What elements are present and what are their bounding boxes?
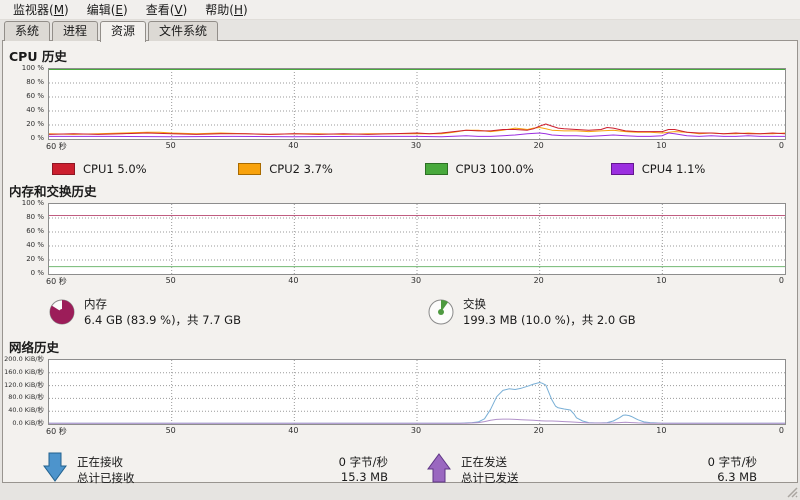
memory-swap-info-row: 内存 6.4 GB (83.9 %)，共 7.7 GB 交换 199.3 MB … [3,296,797,332]
cpu2-legend-item: CPU2 3.7% [238,162,424,176]
receiving-label: 正在接收 [77,455,123,469]
menu-monitor-label: 监视器( [13,3,54,17]
sending-label: 正在发送 [461,455,507,469]
memory-detail: 6.4 GB (83.9 %)，共 7.7 GB [84,313,241,327]
total-received-value: 15.3 MB [340,470,388,484]
menu-view[interactable]: 查看(V) [137,0,197,20]
tab-system[interactable]: 系统 [4,21,51,41]
menu-view-label: 查看( [145,3,175,17]
receiving-block: 正在接收 0 字节/秒 总计已接收 15.3 MB [43,452,388,488]
total-received-label: 总计已接收 [77,471,135,485]
cpu1-legend-item: CPU1 5.0% [52,162,238,176]
cpu-history-title: CPU 历史 [9,49,67,64]
memory-history-graph: 100 % 80 % 60 % 40 % 20 % 0 % 60 秒 50 40 30 20 10 0 [6,199,797,288]
memory-plot-area [48,203,786,275]
menu-edit[interactable]: 编辑(E) [78,0,137,20]
network-x-axis-labels: 60 秒 50 40 30 20 10 0 [46,426,784,436]
resources-panel: CPU 历史 100 % 80 % 60 % 40 % 20 % 0 % 60 秒 50 40… [2,40,798,485]
menu-edit-label: 编辑( [86,3,116,17]
memory-history-title: 内存和交换历史 [9,184,97,199]
cpu-y-axis-labels: 100 % 80 % 60 % 40 % 20 % 0 % [21,64,44,142]
cpu-legend: CPU1 5.0% CPU2 3.7% CPU3 100.0% CPU4 1.1… [3,162,797,176]
memory-y-axis-labels: 100 % 80 % 60 % 40 % 20 % 0 % [21,199,44,277]
cpu4-legend-item: CPU4 1.1% [610,162,797,176]
swap-info-block: 交换 199.3 MB (10.0 %)，共 2.0 GB [427,296,636,328]
sending-block: 正在发送 0 字节/秒 总计已发送 6.3 MB [427,452,757,488]
tab-filesystems[interactable]: 文件系统 [148,21,219,41]
swap-label: 交换 [463,297,486,311]
memory-x-axis-labels: 60 秒 50 40 30 20 10 0 [46,276,784,286]
total-sent-value: 6.3 MB [717,470,757,484]
upload-arrow-icon [427,453,451,483]
memory-info-block: 内存 6.4 GB (83.9 %)，共 7.7 GB [48,296,241,328]
cpu-plot-area [48,68,786,140]
download-arrow-icon [43,452,67,482]
menu-view-mnemonic: V [174,3,183,17]
network-plot-area [48,359,786,425]
network-history-graph: 200.0 KiB/秒 160.0 KiB/秒 120.0 KiB/秒 80.0 Ki… [4,355,797,438]
network-y-axis-labels: 200.0 KiB/秒 160.0 KiB/秒 120.0 KiB/秒 80.0 Ki… [4,355,44,427]
cpu2-legend-label: CPU2 3.7% [269,162,333,176]
cpu1-color-swatch[interactable] [52,163,75,175]
cpu3-color-swatch[interactable] [424,163,448,175]
total-sent-label: 总计已发送 [461,471,519,485]
swap-pie-icon [427,298,455,326]
cpu2-color-swatch[interactable] [238,163,262,175]
cpu3-legend-item: CPU3 100.0% [424,162,611,176]
network-totals-row: 正在接收 0 字节/秒 总计已接收 15.3 MB 正在发送 0 字节/秒 总计已发送… [3,452,797,492]
tab-resources[interactable]: 资源 [100,21,147,42]
tab-bar: 系统 进程 资源 文件系统 [0,20,800,42]
cpu3-legend-label: CPU3 100.0% [455,162,534,176]
swap-detail: 199.3 MB (10.0 %)，共 2.0 GB [463,313,636,327]
sending-rate: 0 字节/秒 [707,455,757,469]
network-history-title: 网络历史 [9,340,60,355]
cpu4-color-swatch[interactable] [610,163,634,175]
menu-help-mnemonic: H [233,3,244,17]
cpu1-legend-label: CPU1 5.0% [83,162,147,176]
receiving-rate: 0 字节/秒 [338,455,388,469]
cpu-x-axis-labels: 60 秒 50 40 30 20 10 0 [46,141,784,151]
cpu4-legend-label: CPU4 1.1% [641,162,706,176]
memory-label: 内存 [84,297,107,311]
menu-edit-mnemonic: E [115,3,124,17]
cpu-history-graph: 100 % 80 % 60 % 40 % 20 % 0 % 60 秒 50 40 30 20 10 0 [6,64,797,153]
menu-monitor[interactable]: 监视器(M) [4,0,78,20]
menu-monitor-mnemonic: M [53,3,65,17]
menubar: 监视器(M) 编辑(E) 查看(V) 帮助(H) [0,0,800,20]
memory-pie-icon [48,298,76,326]
menu-help[interactable]: 帮助(H) [196,0,256,20]
tab-processes[interactable]: 进程 [52,21,99,41]
menu-help-label: 帮助( [205,3,234,17]
